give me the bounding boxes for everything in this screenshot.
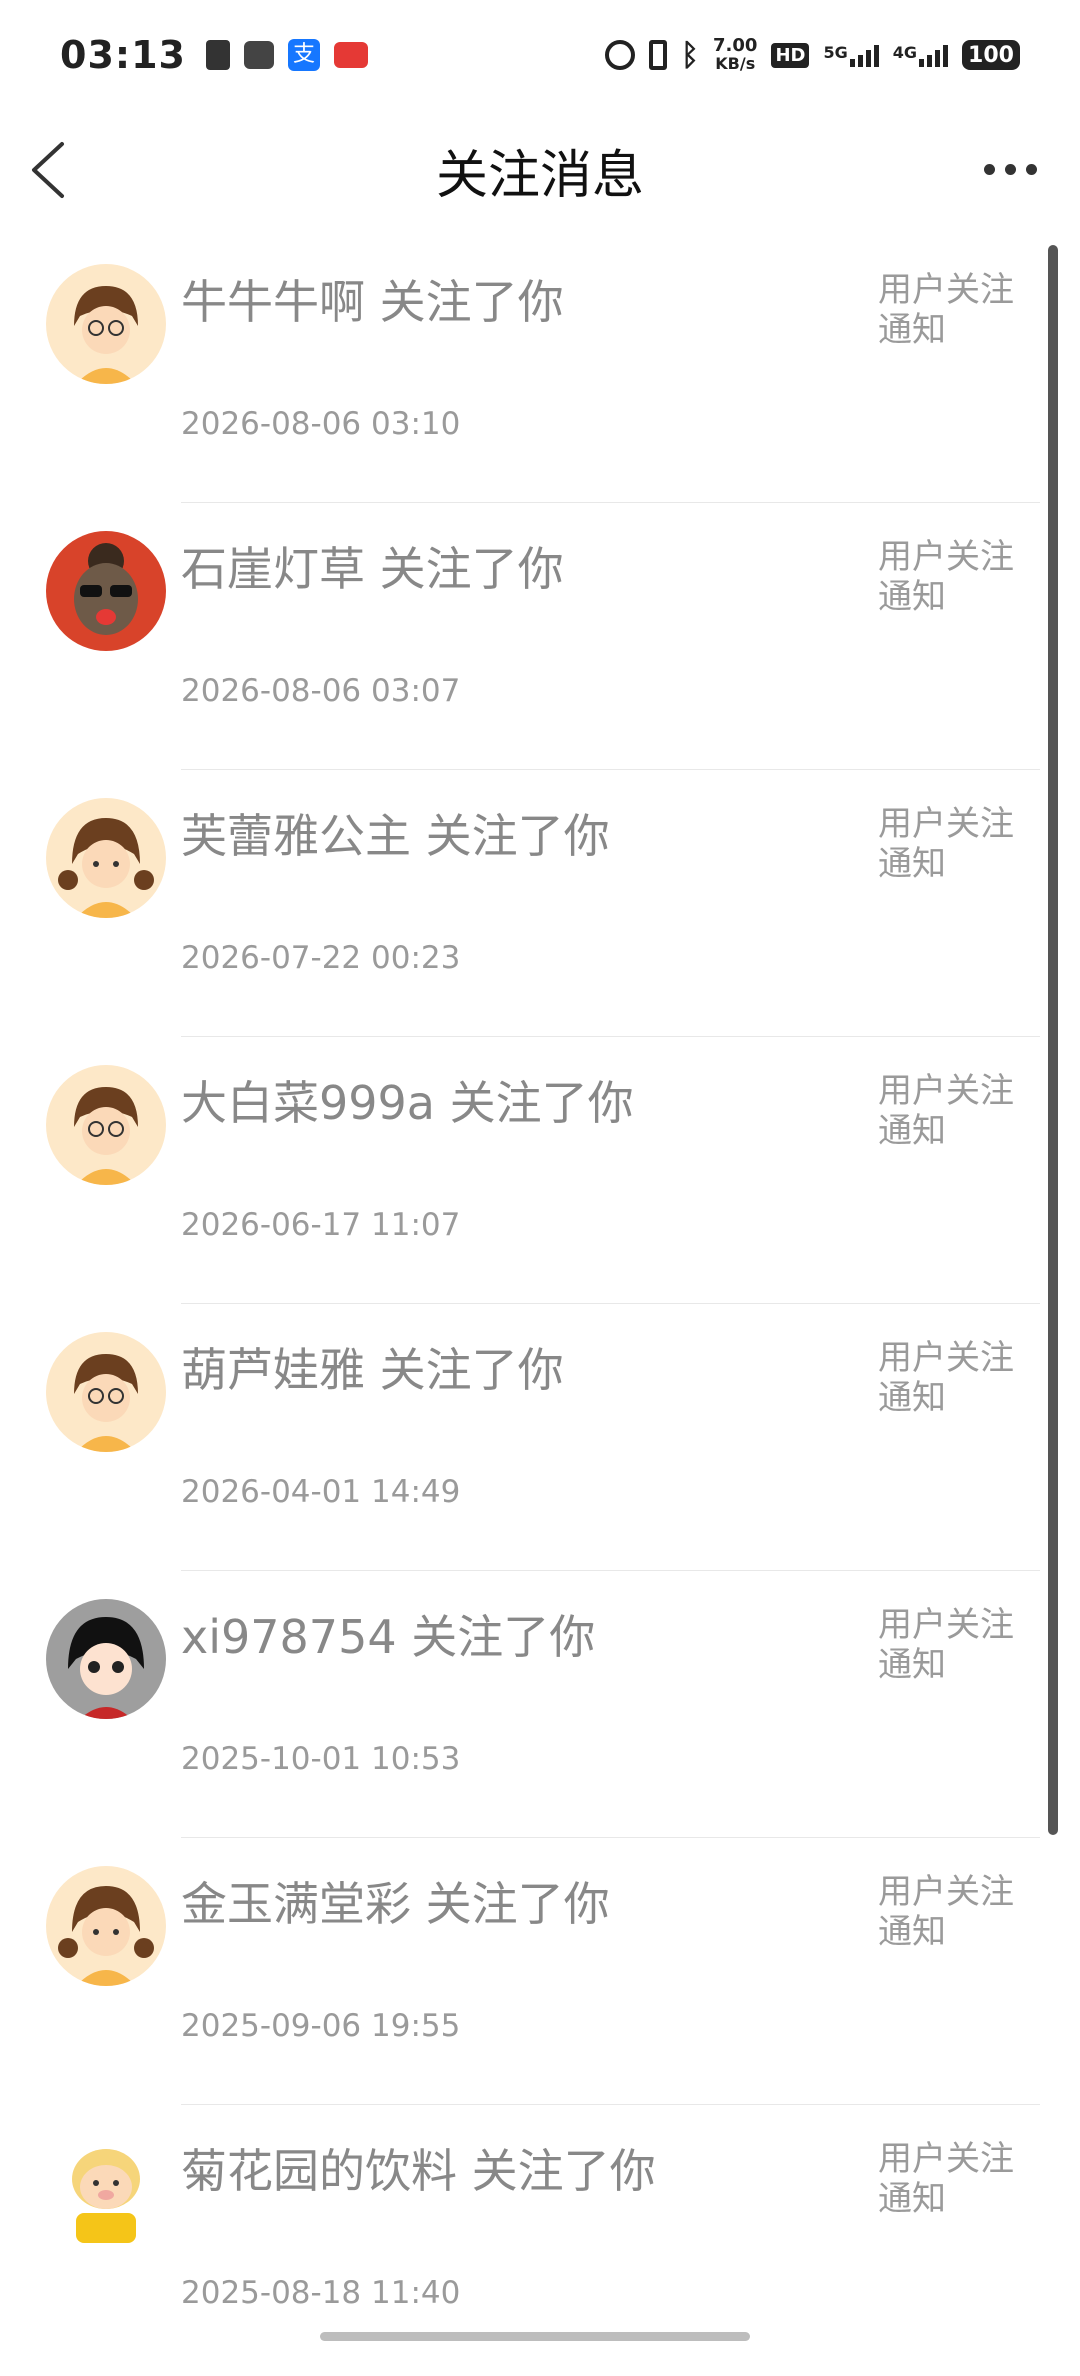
network-speed: 7.00 KB/s	[713, 35, 758, 73]
follower-message: 芙蕾雅公主 关注了你	[181, 809, 610, 863]
list-item[interactable]: 石崖灯草 关注了你 用户关注通知 2026-08-06 03:07	[0, 503, 1040, 770]
girl-braids-avatar-icon	[46, 798, 166, 918]
follower-message: 金玉满堂彩 关注了你	[181, 1877, 610, 1931]
back-button[interactable]	[24, 138, 74, 202]
notification-type: 用户关注通知	[878, 1872, 1014, 1952]
follower-message: 石崖灯草 关注了你	[181, 542, 564, 596]
battery-icon: 100	[962, 40, 1020, 70]
chevron-left-icon	[32, 142, 64, 198]
shop-app-icon	[333, 42, 368, 68]
avatar[interactable]	[46, 264, 166, 384]
vibrate-icon	[649, 40, 668, 70]
notification-type: 用户关注通知	[878, 1071, 1014, 1151]
avatar[interactable]	[46, 531, 166, 651]
avatar[interactable]	[46, 1332, 166, 1452]
signal-4g-icon: 4G	[893, 43, 948, 67]
message-date: 2025-09-06 19:55	[181, 2008, 461, 2044]
cartoon-girl-avatar-icon	[46, 1599, 166, 1719]
notification-type: 用户关注通知	[878, 1338, 1014, 1418]
buddha-sunglasses-avatar-icon	[46, 531, 166, 651]
list-item[interactable]: 大白菜999a 关注了你 用户关注通知 2026-06-17 11:07	[0, 1037, 1040, 1304]
home-indicator[interactable]	[320, 2332, 750, 2341]
page-title: 关注消息	[435, 145, 644, 206]
girl-braids-avatar-icon	[46, 1866, 166, 1986]
scrollbar[interactable]	[1048, 245, 1058, 1835]
avatar[interactable]	[46, 1065, 166, 1185]
list-item[interactable]: 葫芦娃雅 关注了你 用户关注通知 2026-04-01 14:49	[0, 1304, 1040, 1571]
list-item[interactable]: 金玉满堂彩 关注了你 用户关注通知 2025-09-06 19:55	[0, 1838, 1040, 2105]
notification-type: 用户关注通知	[878, 537, 1014, 617]
avatar[interactable]	[46, 798, 166, 918]
boy-glasses-avatar-icon	[46, 264, 166, 384]
more-options-button[interactable]	[984, 154, 1044, 184]
notification-type: 用户关注通知	[878, 270, 1014, 350]
message-date: 2026-04-01 14:49	[181, 1474, 461, 1510]
follower-message: 牛牛牛啊 关注了你	[181, 275, 564, 329]
message-date: 2026-08-06 03:07	[181, 673, 461, 709]
wallet-icon	[243, 41, 274, 69]
list-item[interactable]: xi978754 关注了你 用户关注通知 2025-10-01 10:53	[0, 1571, 1040, 1838]
list-item[interactable]: 牛牛牛啊 关注了你 用户关注通知 2026-08-06 03:10	[0, 236, 1040, 503]
signal-5g-icon: 5G	[823, 43, 879, 67]
message-date: 2025-08-18 11:40	[181, 2275, 461, 2311]
page-header: 关注消息	[0, 110, 1080, 230]
message-date: 2026-06-17 11:07	[181, 1207, 461, 1243]
follow-message-list: 牛牛牛啊 关注了你 用户关注通知 2026-08-06 03:10 石崖灯草 关…	[0, 236, 1040, 2372]
alarm-icon	[605, 40, 636, 70]
dot-icon	[984, 163, 995, 175]
avatar[interactable]	[46, 1599, 166, 1719]
follower-message: xi978754 关注了你	[181, 1610, 596, 1664]
notification-type: 用户关注通知	[878, 1605, 1014, 1685]
follower-message: 菊花园的饮料 关注了你	[181, 2144, 656, 2198]
dot-icon	[1026, 163, 1037, 175]
boy-glasses-avatar-icon	[46, 1065, 166, 1185]
alipay-icon: 支	[287, 39, 320, 71]
bluetooth-icon: ᛒ	[681, 37, 700, 73]
avatar[interactable]	[46, 1866, 166, 1986]
pig-mascot-avatar-icon	[46, 2133, 166, 2253]
notification-type: 用户关注通知	[878, 2139, 1014, 2219]
clipboard-icon	[205, 40, 230, 70]
avatar[interactable]	[46, 2133, 166, 2253]
hd-icon: HD	[771, 42, 810, 68]
message-date: 2026-07-22 00:23	[181, 940, 461, 976]
dot-icon	[1005, 163, 1016, 175]
status-time: 03:13	[60, 33, 186, 77]
boy-glasses-avatar-icon	[46, 1332, 166, 1452]
message-date: 2025-10-01 10:53	[181, 1741, 461, 1777]
message-date: 2026-08-06 03:10	[181, 406, 461, 442]
notification-type: 用户关注通知	[878, 804, 1014, 884]
list-item[interactable]: 芙蕾雅公主 关注了你 用户关注通知 2026-07-22 00:23	[0, 770, 1040, 1037]
status-bar: 03:13 支 ᛒ 7.00 KB/s HD 5G 4G 100	[0, 0, 1080, 110]
follower-message: 大白菜999a 关注了你	[181, 1076, 634, 1130]
follower-message: 葫芦娃雅 关注了你	[181, 1343, 564, 1397]
